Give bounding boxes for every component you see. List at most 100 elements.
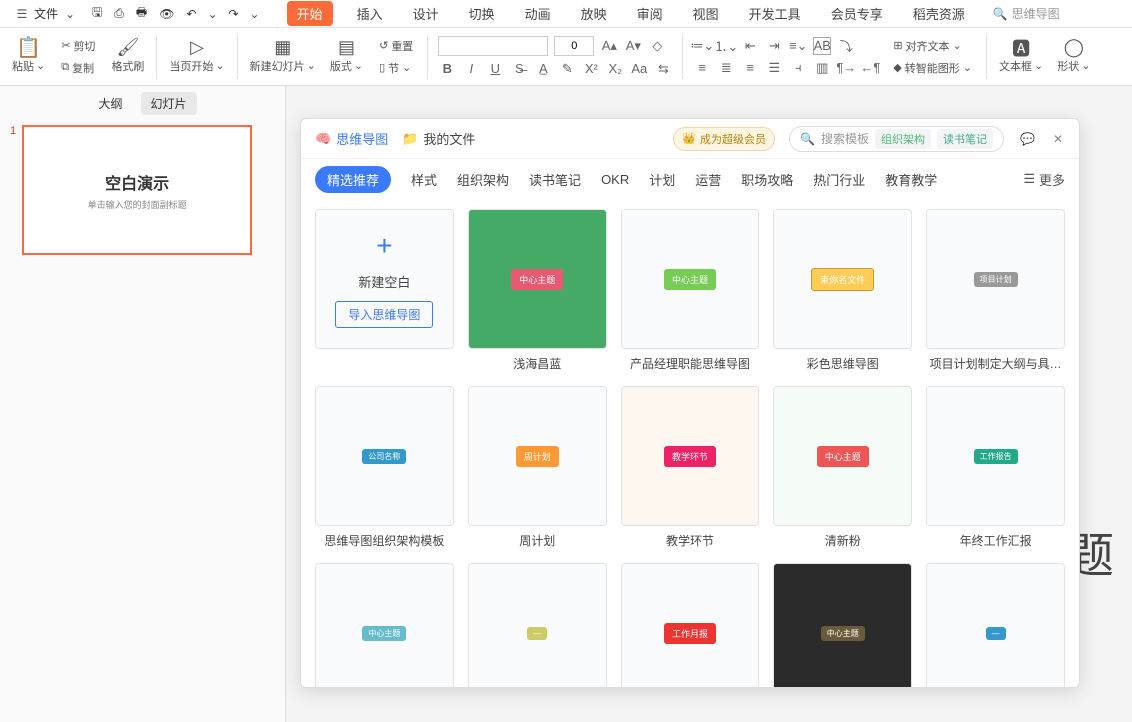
tab-animation[interactable]: 动画 xyxy=(519,0,557,27)
new-blank-thumb[interactable]: + 新建空白 导入思维导图 xyxy=(315,209,454,349)
italic-icon[interactable]: I xyxy=(462,60,480,78)
chat-icon[interactable]: 💬 xyxy=(1018,130,1037,148)
template-card[interactable]: 工作月报 xyxy=(621,563,760,687)
columns-icon[interactable]: ▥ xyxy=(813,59,831,77)
copy-button[interactable]: ⧉ 复制 xyxy=(57,58,99,78)
view-outline-tab[interactable]: 大纲 xyxy=(88,92,132,115)
reset-button[interactable]: ↺ 重置 xyxy=(375,36,417,56)
underline-icon[interactable]: U xyxy=(486,60,504,78)
strike-icon[interactable]: S̶ xyxy=(510,60,528,78)
paste-group[interactable]: 📋 粘贴 ⌄ xyxy=(6,30,51,83)
justify-icon[interactable]: ☰ xyxy=(765,59,783,77)
textbox-group[interactable]: 🅰 文本框 ⌄ xyxy=(993,30,1049,83)
bold-icon[interactable]: B xyxy=(438,60,456,78)
cat-org[interactable]: 组织架构 xyxy=(457,170,509,189)
template-card[interactable]: — xyxy=(926,563,1065,687)
clear-format-icon[interactable]: ◇ xyxy=(648,37,666,55)
undo-icon[interactable]: ↶ xyxy=(182,3,200,25)
template-card[interactable]: 中心主题 清新粉 xyxy=(773,386,912,549)
font-size-select[interactable] xyxy=(554,36,594,56)
change-case-icon[interactable]: Aa xyxy=(630,60,648,78)
template-card[interactable]: — xyxy=(468,563,607,687)
tab-insert[interactable]: 插入 xyxy=(351,0,389,27)
tab-slideshow[interactable]: 放映 xyxy=(575,0,613,27)
slide-thumbnail[interactable]: 空白演示 单击输入您的封面副标题 xyxy=(22,125,252,255)
align-left-icon[interactable]: ≡ xyxy=(693,59,711,77)
close-icon[interactable]: ✕ xyxy=(1051,130,1065,148)
quick-tag-notes[interactable]: 读书笔记 xyxy=(937,129,993,149)
new-slide-group[interactable]: ▦ 新建幻灯片 ⌄ xyxy=(244,30,322,83)
template-card[interactable]: 中心主题 xyxy=(315,563,454,687)
spacing-icon[interactable]: ⇆ xyxy=(654,60,672,78)
format-painter-group[interactable]: 🖌 格式刷 xyxy=(105,30,150,83)
bullets-icon[interactable]: ≔⌄ xyxy=(693,37,711,55)
tab-view[interactable]: 视图 xyxy=(687,0,725,27)
ltr-icon[interactable]: ¶→ xyxy=(837,59,855,77)
import-mindmap-button[interactable]: 导入思维导图 xyxy=(335,301,433,328)
cat-notes[interactable]: 读书笔记 xyxy=(529,170,581,189)
template-card[interactable]: 公司名称 思维导图组织架构模板 xyxy=(315,386,454,549)
top-search[interactable]: 🔍 思维导图 xyxy=(993,5,1060,22)
tab-resources[interactable]: 稻壳资源 xyxy=(907,0,971,27)
redo-icon[interactable]: ↷ xyxy=(224,3,242,25)
tab-start[interactable]: 开始 xyxy=(287,1,333,26)
file-menu[interactable]: ☰ 文件 ⌄ xyxy=(8,3,84,24)
template-card[interactable]: 束你名文件 彩色思维导图 xyxy=(773,209,912,372)
cat-ops[interactable]: 运营 xyxy=(695,170,721,189)
template-card[interactable]: 中心主题 xyxy=(773,563,912,687)
align-center-icon[interactable]: ≣ xyxy=(717,59,735,77)
font-family-select[interactable] xyxy=(438,36,548,56)
smart-graphic-button[interactable]: ◆ 转智能图形 ⌄ xyxy=(889,58,976,78)
subscript-icon[interactable]: X₂ xyxy=(606,60,624,78)
save-as-icon[interactable]: ⎙ xyxy=(110,2,128,25)
cat-okr[interactable]: OKR xyxy=(601,172,629,187)
cat-plan[interactable]: 计划 xyxy=(649,170,675,189)
chevron-down-icon[interactable]: ⌄ xyxy=(204,6,220,22)
rtl-icon[interactable]: ←¶ xyxy=(861,59,879,77)
tab-vip[interactable]: 会员专享 xyxy=(825,0,889,27)
text-direction-icon[interactable]: ⤵ xyxy=(837,37,855,55)
more-categories[interactable]: ☰ 更多 xyxy=(1023,170,1065,189)
template-card[interactable]: 周计划 周计划 xyxy=(468,386,607,549)
shape-group[interactable]: ◯ 形状 ⌄ xyxy=(1051,30,1096,83)
cat-career[interactable]: 职场攻略 xyxy=(741,170,793,189)
increase-font-icon[interactable]: A▴ xyxy=(600,37,618,55)
vip-badge[interactable]: 👑 成为超级会员 xyxy=(673,127,775,151)
template-card[interactable]: 项目计划 项目计划制定大纲与具… xyxy=(926,209,1065,372)
chevron-down-icon[interactable]: ⌄ xyxy=(247,6,263,22)
section-button[interactable]: ▯ 节 ⌄ xyxy=(375,58,417,78)
cat-style[interactable]: 样式 xyxy=(411,170,437,189)
font-color-icon[interactable]: A̲ xyxy=(534,60,552,78)
from-current-group[interactable]: ▷ 当页开始 ⌄ xyxy=(163,30,230,83)
print-icon[interactable]: 🖶 xyxy=(132,0,151,28)
layout-group[interactable]: ▤ 版式 ⌄ xyxy=(324,30,369,83)
cut-button[interactable]: ✂ 剪切 xyxy=(57,36,99,56)
preview-icon[interactable]: 👁 xyxy=(155,3,178,25)
indent-inc-icon[interactable]: ⇥ xyxy=(765,37,783,55)
save-icon[interactable]: 🖫 xyxy=(88,0,106,28)
cat-edu[interactable]: 教育教学 xyxy=(885,170,937,189)
template-card[interactable]: 中心主题 产品经理职能思维导图 xyxy=(621,209,760,372)
tab-design[interactable]: 设计 xyxy=(407,0,445,27)
line-spacing-icon[interactable]: ≡⌄ xyxy=(789,37,807,55)
tab-mindmap[interactable]: 🧠 思维导图 xyxy=(315,129,388,148)
superscript-icon[interactable]: X² xyxy=(582,60,600,78)
template-card[interactable]: 中心主题 浅海昌蓝 xyxy=(468,209,607,372)
highlight-icon[interactable]: ✎ xyxy=(558,60,576,78)
text-highlight-icon[interactable]: AB xyxy=(813,37,831,55)
template-card[interactable]: 教学环节 教学环节 xyxy=(621,386,760,549)
decrease-font-icon[interactable]: A▾ xyxy=(624,37,642,55)
cat-industry[interactable]: 热门行业 xyxy=(813,170,865,189)
cat-featured[interactable]: 精选推荐 xyxy=(315,166,391,193)
align-text-button[interactable]: ⊞ 对齐文本 ⌄ xyxy=(889,36,976,56)
numbering-icon[interactable]: ⒈⌄ xyxy=(717,37,735,55)
quick-tag-org[interactable]: 组织架构 xyxy=(875,129,931,149)
tab-review[interactable]: 审阅 xyxy=(631,0,669,27)
tab-devtools[interactable]: 开发工具 xyxy=(743,0,807,27)
template-search[interactable]: 🔍 搜索模板 组织架构 读书笔记 xyxy=(789,126,1004,152)
view-slides-tab[interactable]: 幻灯片 xyxy=(141,92,197,115)
template-card[interactable]: 工作报告 年终工作汇报 xyxy=(926,386,1065,549)
distribute-icon[interactable]: ⫞ xyxy=(789,59,807,77)
align-right-icon[interactable]: ≡ xyxy=(741,59,759,77)
indent-dec-icon[interactable]: ⇤ xyxy=(741,37,759,55)
